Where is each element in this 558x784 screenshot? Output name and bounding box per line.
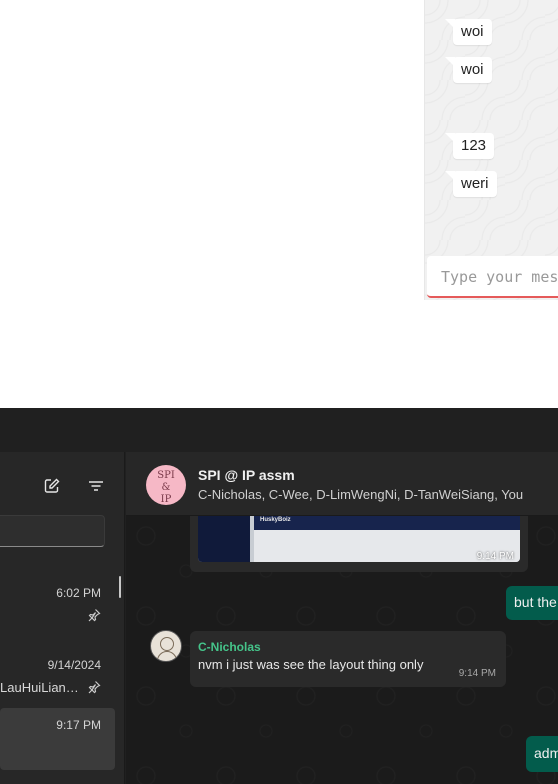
group-avatar[interactable]: SPI & IP xyxy=(146,465,186,505)
conversation-title: SPI @ IP assm xyxy=(198,467,295,483)
message-list[interactable]: HuskyBoiz 9:14 PM but the C-Nicholas nvm… xyxy=(126,508,558,784)
image-message[interactable]: HuskyBoiz 9:14 PM xyxy=(190,508,528,572)
conversation-pane: SPI & IP SPI @ IP assm C-Nicholas, C-Wee, … xyxy=(126,452,558,784)
chat-time: 6:02 PM xyxy=(56,586,101,600)
image-preview-label: HuskyBoiz xyxy=(260,517,291,523)
avatar-body xyxy=(157,651,177,661)
conversation-header[interactable]: SPI & IP SPI @ IP assm C-Nicholas, C-Wee, … xyxy=(126,452,558,516)
chat-list-item[interactable]: 9/14/2024 LauHuiLian… xyxy=(0,648,115,710)
message-input[interactable]: Type your mess xyxy=(427,256,558,298)
chat-list-item[interactable]: 6:02 PM xyxy=(0,576,115,638)
image-attachment[interactable]: HuskyBoiz xyxy=(198,508,520,562)
web-chat-message: weri xyxy=(445,171,497,197)
web-chat-message: 123 xyxy=(444,133,495,159)
chat-list-item-selected[interactable]: 9:17 PM xyxy=(0,708,115,770)
avatar-face xyxy=(160,637,174,651)
message-time: 9:14 PM xyxy=(476,551,514,562)
conversation-members: C-Nicholas, C-Wee, D-LimWengNi, D-TanWei… xyxy=(198,487,524,502)
pin-icon xyxy=(87,680,101,694)
title-bar xyxy=(0,408,558,452)
chat-time: 9:17 PM xyxy=(56,718,101,732)
sender-avatar[interactable] xyxy=(150,630,182,662)
web-chat-panel: woi woi 123 weri Type your mess xyxy=(424,0,558,300)
compose-icon[interactable] xyxy=(42,476,62,496)
image-region xyxy=(198,508,250,562)
web-chat-message: woi xyxy=(445,19,492,45)
image-region: HuskyBoiz xyxy=(254,514,520,530)
scrollbar[interactable] xyxy=(119,576,121,598)
chat-time: 9/14/2024 xyxy=(47,658,101,672)
search-input[interactable] xyxy=(0,515,105,547)
incoming-message[interactable]: C-Nicholas nvm i just was see the layout… xyxy=(190,631,506,687)
pin-icon xyxy=(87,608,101,622)
browser-page: woi woi 123 weri Type your mess xyxy=(0,0,558,408)
message-text: nvm i just was see the layout thing only xyxy=(198,657,424,672)
web-chat-message: woi xyxy=(445,57,492,83)
chat-preview: LauHuiLian… xyxy=(0,680,79,695)
filter-icon[interactable] xyxy=(86,476,106,496)
chat-list-panel: 6:02 PM 9/14/2024 LauHuiLian… 9:17 PM xyxy=(0,452,125,784)
message-time: 9:14 PM xyxy=(458,668,496,679)
outgoing-message[interactable]: but the xyxy=(506,586,558,620)
messenger-app-window: 6:02 PM 9/14/2024 LauHuiLian… 9:17 PM SP… xyxy=(0,408,558,784)
sender-name[interactable]: C-Nicholas xyxy=(198,640,261,654)
outgoing-message[interactable]: adm xyxy=(526,736,558,772)
